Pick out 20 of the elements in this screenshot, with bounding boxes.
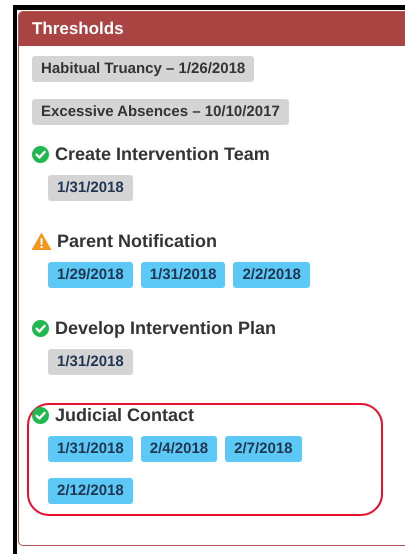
warning-icon <box>32 233 51 250</box>
date-tag: 1/29/2018 <box>48 262 133 288</box>
check-circle-icon <box>32 320 49 337</box>
step-title: Parent Notification <box>57 231 218 252</box>
date-tag: 2/2/2018 <box>233 262 310 288</box>
check-circle-icon <box>32 407 49 424</box>
step-title: Judicial Contact <box>55 405 194 426</box>
panel-title: Thresholds <box>32 19 124 39</box>
threshold-tag: Habitual Truancy – 1/26/2018 <box>32 56 254 82</box>
date-tag: 1/31/2018 <box>48 349 133 375</box>
date-tag: 2/12/2018 <box>48 478 133 504</box>
date-tag: 1/31/2018 <box>48 436 133 462</box>
date-tag: 2/7/2018 <box>225 436 302 462</box>
date-tag: 2/4/2018 <box>140 436 218 462</box>
date-tag: 1/31/2018 <box>140 262 226 288</box>
step-title: Develop Intervention Plan <box>55 318 276 339</box>
threshold-tag: Excessive Absences – 10/10/2017 <box>32 99 289 125</box>
date-tag: 1/31/2018 <box>48 175 133 201</box>
check-circle-icon <box>32 146 49 163</box>
step-title: Create Intervention Team <box>55 144 270 165</box>
